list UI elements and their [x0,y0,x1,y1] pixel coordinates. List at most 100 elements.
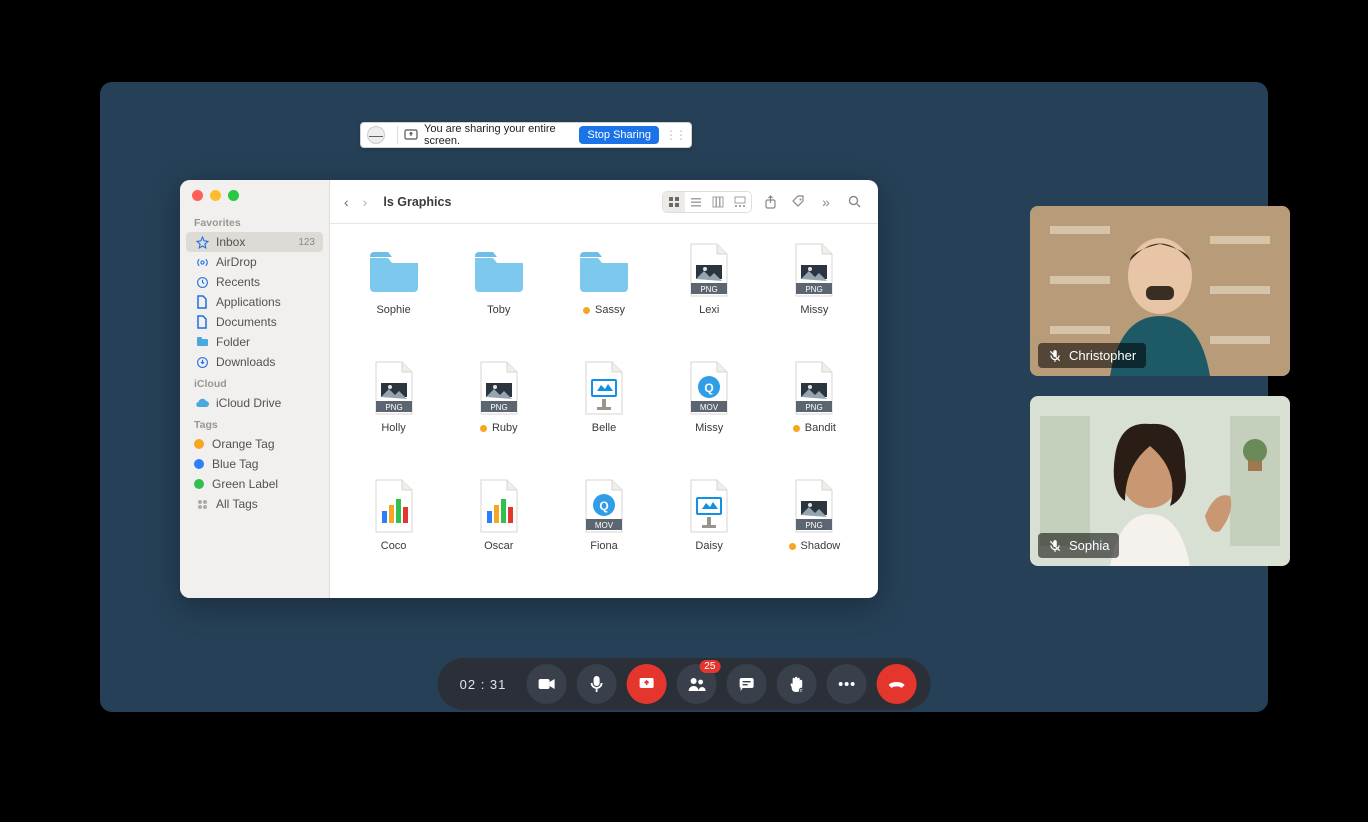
tag-button[interactable] [788,192,808,212]
file-thumb-folder-icon [366,242,422,298]
file-item[interactable]: PNG Lexi [663,242,755,342]
file-name: Lexi [699,304,719,316]
sidebar-item-downloads[interactable]: Downloads [180,352,329,372]
sidebar-item-label: Documents [216,315,277,329]
finder-main: ‹ › ls Graphics » Sophie Toby Sassy PNG Lexi… [330,180,878,598]
star-icon [194,235,210,249]
file-thumb-png-icon: PNG [681,242,737,298]
file-item[interactable]: PNGShadow [768,478,860,578]
share-bar: — You are sharing your entire screen. St… [360,122,692,148]
svg-text:Q: Q [599,499,608,513]
participants-count-badge: 25 [699,660,720,673]
file-item[interactable]: QMOV Missy [663,360,755,460]
file-name: Toby [487,304,510,316]
meeting-toolbar: 02 : 31 25 [438,658,931,710]
call-timer: 02 : 31 [460,677,507,692]
minus-icon: — [369,127,383,143]
file-item[interactable]: PNGBandit [768,360,860,460]
mic-muted-icon [1048,349,1062,363]
screen-share-icon [404,128,418,142]
all-tags-icon [194,497,210,511]
file-item[interactable]: Oscar [453,478,545,578]
doc-icon [194,295,210,309]
nav-back-button[interactable]: ‹ [344,194,349,210]
finder-sidebar: Favorites Inbox 123 AirDrop Recents Appl… [180,180,330,598]
sidebar-header-icloud: iCloud [180,372,329,393]
file-thumb-mov-icon: QMOV [681,360,737,416]
file-item[interactable]: PNGMissy [768,242,860,342]
icloud-icon [194,396,210,410]
search-button[interactable] [844,192,864,212]
folder-icon [194,335,210,349]
file-item[interactable]: Belle [558,360,650,460]
minimize-window-button[interactable] [210,190,221,201]
file-item[interactable]: QMOV Fiona [558,478,650,578]
tag-dot-icon [480,425,487,432]
mic-muted-icon [1048,539,1062,553]
file-item[interactable]: Sassy [558,242,650,342]
raise-hand-button[interactable] [776,664,816,704]
tag-dot-icon [194,439,204,449]
divider [397,126,398,144]
overflow-button[interactable]: » [816,192,836,212]
participants-button[interactable]: 25 [676,664,716,704]
fullscreen-window-button[interactable] [228,190,239,201]
close-window-button[interactable] [192,190,203,201]
view-icons-button[interactable] [663,192,685,212]
clock-icon [194,275,210,289]
sidebar-item-all-tags[interactable]: All Tags [180,494,329,514]
drag-handle-icon[interactable]: ⋮⋮ [665,128,685,142]
participant-tile[interactable]: Sophia [1030,396,1290,566]
screen-share-toggle-button[interactable] [626,664,666,704]
file-name: Missy [695,422,723,434]
participant-nametag: Sophia [1038,533,1119,558]
view-gallery-button[interactable] [729,192,751,212]
file-name: Fiona [590,540,618,552]
file-thumb-mov-icon: QMOV [576,478,632,534]
mic-toggle-button[interactable] [576,664,616,704]
sidebar-item-blue-tag[interactable]: Blue Tag [180,454,329,474]
sidebar-item-orange-tag[interactable]: Orange Tag [180,434,329,454]
view-columns-button[interactable] [707,192,729,212]
share-collapse-button[interactable]: — [367,126,385,144]
sidebar-item-green-label[interactable]: Green Label [180,474,329,494]
sidebar-item-label: Applications [216,295,281,309]
sidebar-item-applications[interactable]: Applications [180,292,329,312]
sidebar-item-inbox[interactable]: Inbox 123 [186,232,323,252]
sidebar-item-label: Downloads [216,355,275,369]
sidebar-item-recents[interactable]: Recents [180,272,329,292]
sidebar-item-airdrop[interactable]: AirDrop [180,252,329,272]
participant-nametag: Christopher [1038,343,1146,368]
stop-sharing-button[interactable]: Stop Sharing [579,126,659,144]
sidebar-item-documents[interactable]: Documents [180,312,329,332]
sidebar-item-folder[interactable]: Folder [180,332,329,352]
more-options-button[interactable] [826,664,866,704]
file-item[interactable]: PNGHolly [348,360,440,460]
tag-dot-icon [194,479,204,489]
file-name: Oscar [484,540,513,552]
end-call-button[interactable] [876,664,916,704]
svg-text:PNG: PNG [701,285,718,294]
file-item[interactable]: Coco [348,478,440,578]
file-item[interactable]: PNGRuby [453,360,545,460]
sidebar-item-icloud-drive[interactable]: iCloud Drive [180,393,329,413]
file-item[interactable]: Toby [453,242,545,342]
tag-dot-icon [194,459,204,469]
camera-toggle-button[interactable] [526,664,566,704]
share-button[interactable] [760,192,780,212]
view-list-button[interactable] [685,192,707,212]
file-item[interactable]: Sophie [348,242,440,342]
file-name: Shadow [801,540,841,552]
file-item[interactable]: Daisy [663,478,755,578]
file-name: Holly [381,422,405,434]
file-thumb-png-icon: PNG [786,360,842,416]
download-icon [194,355,210,369]
chat-button[interactable] [726,664,766,704]
participant-tile[interactable]: Christopher [1030,206,1290,376]
sidebar-item-label: Green Label [212,477,278,491]
file-thumb-chart-icon [366,478,422,534]
tag-dot-icon [583,307,590,314]
view-mode-group [662,191,752,213]
window-title: ls Graphics [383,195,451,209]
nav-forward-button[interactable]: › [363,194,368,210]
